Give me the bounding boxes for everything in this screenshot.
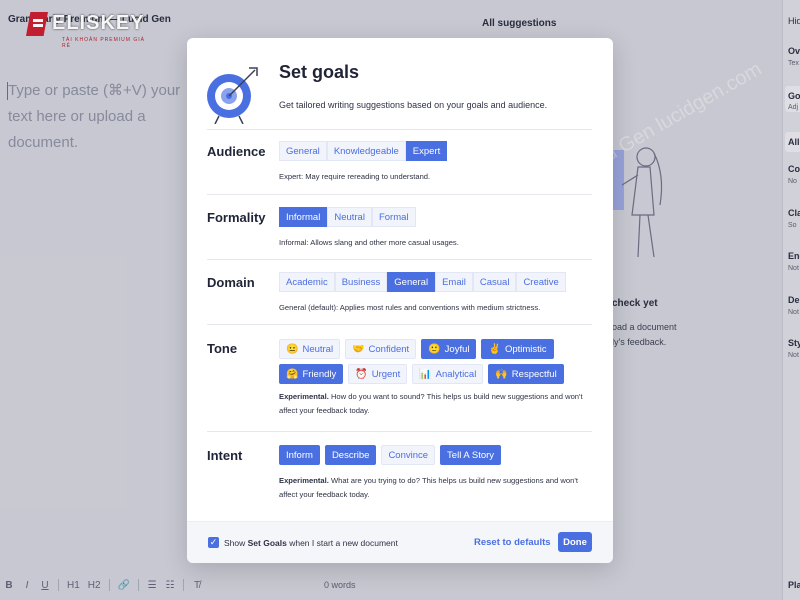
hugging-face-icon: 🤗 [286,368,299,380]
checkbox-label-suffix: when I start a new document [286,538,398,548]
show-set-goals-checkbox[interactable]: ✓ [208,537,219,548]
domain-description-label: General (default): [279,303,339,312]
formality-option-formal[interactable]: Formal [371,207,416,227]
neutral-face-icon: 😐 [286,343,299,355]
intent-option-tell-a-story[interactable]: Tell A Story [440,445,502,465]
domain-section: Domain Academic Business General Email C… [207,259,592,325]
tone-option-neutral[interactable]: 😐 Neutral [279,339,341,359]
intent-option-convince[interactable]: Convince [381,445,436,465]
domain-option-general[interactable]: General [387,272,436,292]
tone-option-label: Confident [368,343,410,355]
tone-options: 😐 Neutral 🤝 Confident 🙂 Joyful ✌ Optimis… [279,339,579,384]
tone-option-urgent[interactable]: ⏰ Urgent [348,364,408,384]
checkbox-label-bold: Set Goals [247,538,287,548]
audience-section: Audience General Knowledgeable Expert Ex… [207,129,592,195]
tone-description-label: Experimental. [279,392,329,401]
formality-options: Informal Neutral Formal [279,207,416,227]
tone-option-optimistic[interactable]: ✌ Optimistic [481,339,554,359]
domain-option-email[interactable]: Email [435,272,473,292]
domain-option-casual[interactable]: Casual [472,272,517,292]
intent-section: Intent Inform Describe Convince Tell A S… [207,431,592,522]
set-goals-dialog: Set goals Get tailored writing suggestio… [187,38,613,563]
alarm-clock-icon: ⏰ [355,368,368,380]
handshake-icon: 🤝 [352,343,365,355]
tone-option-label: Analytical [435,368,477,380]
intent-options: Inform Describe Convince Tell A Story [279,445,579,465]
dialog-footer: ✓ Show Set Goals when I start a new docu… [187,521,613,563]
tone-option-label: Friendly [302,368,337,380]
intent-option-inform[interactable]: Inform [279,445,320,465]
intent-description: Experimental. What are you trying to do?… [279,474,589,502]
audience-option-knowledgeable[interactable]: Knowledgeable [326,141,406,161]
done-button[interactable]: Done [558,532,592,552]
tone-option-confident[interactable]: 🤝 Confident [345,339,417,359]
formality-label: Formality [207,210,266,225]
domain-label: Domain [207,275,255,290]
tone-option-label: Joyful [444,343,470,355]
reset-to-defaults-link[interactable]: Reset to defaults [474,537,551,548]
formality-option-neutral[interactable]: Neutral [327,207,372,227]
domain-option-business[interactable]: Business [334,272,388,292]
dialog-header: Set goals Get tailored writing suggestio… [187,38,613,128]
tone-option-label: Respectful [511,368,557,380]
smiling-face-icon: 🙂 [428,343,441,355]
dialog-title: Set goals [279,62,360,82]
tone-option-label: Optimistic [504,343,547,355]
audience-description: Expert: May require rereading to underst… [279,170,589,184]
tone-option-label: Urgent [371,368,401,380]
tone-option-respectful[interactable]: 🙌 Respectful [488,364,564,384]
intent-option-describe[interactable]: Describe [324,445,377,465]
formality-option-informal[interactable]: Informal [279,207,328,227]
tone-section: Tone 😐 Neutral 🤝 Confident 🙂 Joyful ✌ Op… [207,324,592,432]
target-icon [207,67,258,124]
domain-option-academic[interactable]: Academic [279,272,335,292]
audience-option-expert[interactable]: Expert [405,141,448,161]
audience-options: General Knowledgeable Expert [279,141,448,161]
formality-description: Informal: Allows slang and other more ca… [279,236,589,250]
domain-description: General (default): Applies most rules an… [279,301,589,315]
domain-description-text: Applies most rules and conventions with … [339,303,541,312]
domain-option-creative[interactable]: Creative [516,272,566,292]
tone-label: Tone [207,341,238,356]
tone-option-joyful[interactable]: 🙂 Joyful [421,339,477,359]
formality-description-text: Allows slang and other more casual usage… [310,238,459,247]
audience-label: Audience [207,144,266,159]
show-set-goals-label[interactable]: Show Set Goals when I start a new docume… [224,538,398,548]
raised-hands-icon: 🙌 [495,368,508,380]
checkbox-label-prefix: Show [224,538,248,548]
tone-option-label: Neutral [302,343,334,355]
audience-description-text: May require rereading to understand. [305,172,431,181]
formality-section: Formality Informal Neutral Formal Inform… [207,194,592,260]
victory-hand-icon: ✌ [488,343,501,355]
tone-option-analytical[interactable]: 📊 Analytical [412,364,484,384]
audience-option-general[interactable]: General [279,141,327,161]
dialog-subtitle: Get tailored writing suggestions based o… [279,100,548,110]
intent-label: Intent [207,448,243,463]
chart-icon: 📊 [419,368,432,380]
intent-description-label: Experimental. [279,476,329,485]
formality-description-label: Informal: [279,238,309,247]
domain-options: Academic Business General Email Casual C… [279,272,566,292]
tone-description: Experimental. How do you want to sound? … [279,390,589,418]
audience-description-label: Expert: [279,172,304,181]
tone-option-friendly[interactable]: 🤗 Friendly [279,364,344,384]
